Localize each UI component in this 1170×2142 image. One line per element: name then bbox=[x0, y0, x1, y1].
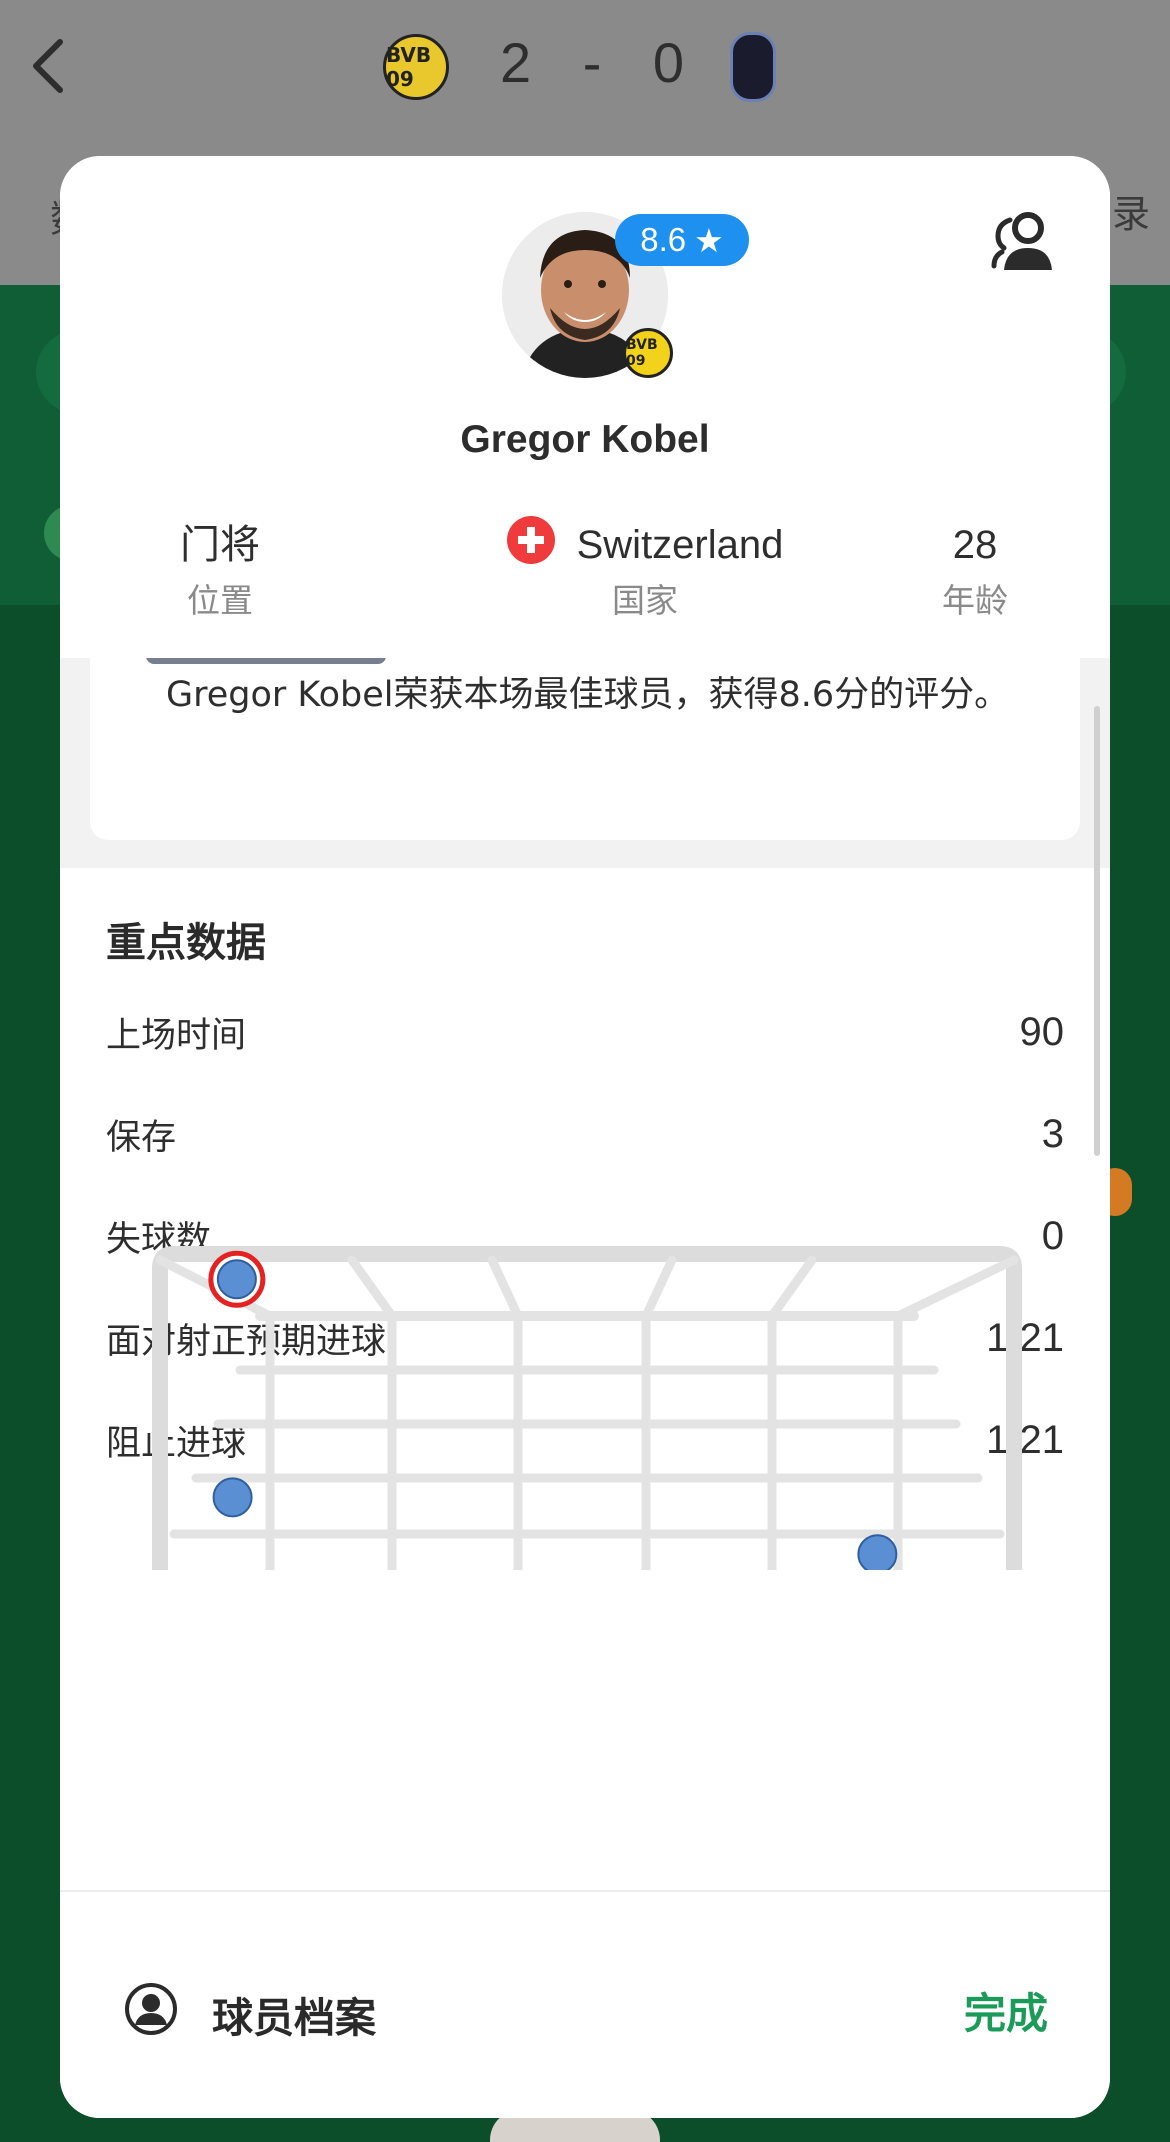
swiss-flag-icon bbox=[506, 516, 555, 564]
position-label: 位置 bbox=[187, 581, 253, 620]
stat-row: 保存 3 bbox=[106, 1104, 1064, 1164]
summary-section: Gregor Kobel荣获本场最佳球员，获得8.6分的评分。 bbox=[60, 658, 1110, 868]
away-team-logo bbox=[730, 32, 776, 102]
country-info: Switzerland 国家 bbox=[430, 516, 860, 626]
match-score: 2 - 0 bbox=[500, 31, 703, 94]
rating-value: 8.6 bbox=[640, 221, 687, 258]
player-name: Gregor Kobel bbox=[460, 418, 710, 461]
position-value: 门将 bbox=[180, 523, 260, 567]
shot-marker[interactable] bbox=[212, 1477, 253, 1518]
country-label: 国家 bbox=[612, 581, 678, 620]
shot-map-goal bbox=[152, 1246, 1022, 1570]
shot-marker[interactable] bbox=[216, 1259, 257, 1300]
player-header: 8.6 ★ BVB 09 Gregor Kobel 门将 位置 Switzerl… bbox=[60, 156, 1110, 658]
player-detail-sheet: Gregor Kobel荣获本场最佳球员，获得8.6分的评分。 重点数据 上场时… bbox=[60, 156, 1110, 2118]
summary-heading-peek bbox=[146, 658, 386, 664]
summary-text: Gregor Kobel荣获本场最佳球员，获得8.6分的评分。 bbox=[166, 675, 1010, 715]
position-info: 门将 位置 bbox=[120, 516, 320, 626]
home-team-logo: BVB 09 bbox=[383, 34, 449, 100]
age-info: 28 年龄 bbox=[890, 516, 1060, 626]
star-icon: ★ bbox=[694, 221, 724, 259]
player-profile-button[interactable]: 球员档案 bbox=[212, 1984, 376, 2044]
age-label: 年龄 bbox=[942, 581, 1008, 620]
scrollbar[interactable] bbox=[1094, 706, 1100, 1156]
country-value: Switzerland bbox=[576, 523, 784, 567]
stat-value: 90 bbox=[1019, 1009, 1065, 1054]
club-badge: BVB 09 bbox=[623, 328, 673, 378]
footer-bar: 球员档案 完成 bbox=[60, 1892, 1110, 2118]
shot-marker[interactable] bbox=[857, 1534, 898, 1570]
goal-frame bbox=[152, 1246, 1022, 1570]
player-detail-scroll[interactable]: Gregor Kobel荣获本场最佳球员，获得8.6分的评分。 重点数据 上场时… bbox=[60, 658, 1110, 2044]
stat-value: 0 bbox=[1041, 1213, 1064, 1258]
done-button[interactable]: 完成 bbox=[964, 1980, 1048, 2041]
tab-fragment-right[interactable]: 录 bbox=[1112, 183, 1150, 238]
stat-row: 上场时间 90 bbox=[106, 1002, 1064, 1062]
player-profile-icon[interactable] bbox=[988, 208, 1062, 274]
stat-label: 上场时间 bbox=[106, 1015, 247, 1056]
summary-card: Gregor Kobel荣获本场最佳球员，获得8.6分的评分。 bbox=[90, 658, 1080, 840]
stat-value: 3 bbox=[1041, 1111, 1064, 1156]
key-stats-title: 重点数据 bbox=[106, 920, 266, 966]
stat-label: 保存 bbox=[106, 1117, 177, 1158]
player-profile-footer-icon[interactable] bbox=[124, 1982, 178, 2036]
age-value: 28 bbox=[952, 523, 998, 567]
back-icon[interactable] bbox=[22, 34, 82, 94]
player-rating-badge: 8.6 ★ bbox=[615, 214, 749, 266]
